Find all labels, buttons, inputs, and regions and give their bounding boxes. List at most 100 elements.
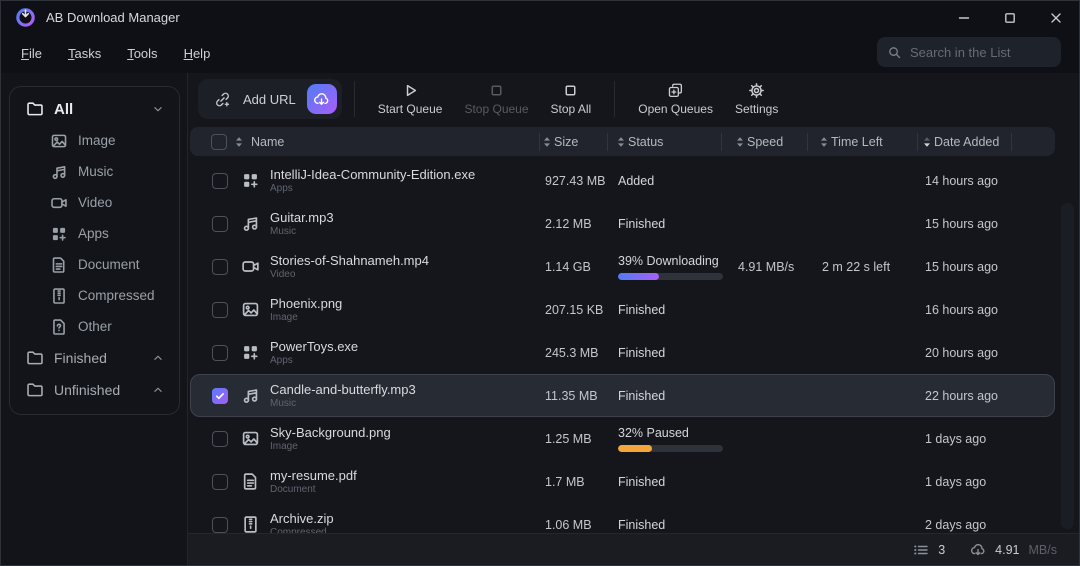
global-speed-unit: MB/s — [1029, 543, 1057, 557]
apps-icon — [241, 171, 260, 190]
file-category: Image — [270, 312, 342, 323]
column-speed[interactable]: Speed — [747, 135, 783, 149]
main-panel: Add URL Start Queue Stop Queue Stop All — [188, 73, 1079, 565]
row-checkbox[interactable] — [212, 259, 228, 275]
sidebar-item-all[interactable]: All — [10, 93, 179, 125]
column-date-added[interactable]: Date Added — [934, 135, 999, 149]
file-size: 1.7 MB — [541, 475, 609, 489]
sidebar-item-image[interactable]: Image — [10, 125, 179, 156]
document-icon — [50, 256, 68, 274]
settings-button[interactable]: Settings — [724, 82, 789, 116]
image-icon — [241, 300, 260, 319]
sidebar-item-compressed[interactable]: Compressed — [10, 280, 179, 311]
download-row[interactable]: Archive.zipCompressed 1.06 MB Finished 2… — [190, 503, 1055, 533]
stop-all-button[interactable]: Stop All — [540, 82, 603, 116]
date-added: 1 days ago — [919, 475, 1013, 489]
select-all-checkbox[interactable] — [211, 134, 227, 150]
cloud-download-button[interactable] — [307, 84, 337, 114]
sidebar-item-music[interactable]: Music — [10, 156, 179, 187]
sidebar-item-finished[interactable]: Finished — [10, 342, 179, 374]
menu-file[interactable]: File — [21, 46, 42, 61]
table-header: Name Size Status Speed Time Left — [190, 127, 1055, 156]
menu-tasks[interactable]: Tasks — [68, 46, 101, 61]
add-url-button[interactable]: Add URL — [198, 79, 342, 119]
unknown-file-icon — [50, 318, 68, 336]
row-checkbox[interactable] — [212, 431, 228, 447]
download-list: IntelliJ-Idea-Community-Edition.exeApps … — [190, 159, 1055, 533]
status-text: Finished — [618, 217, 665, 231]
download-row[interactable]: IntelliJ-Idea-Community-Edition.exeApps … — [190, 159, 1055, 202]
download-row[interactable]: Sky-Background.pngImage 1.25 MB 32% Paus… — [190, 417, 1055, 460]
search-input[interactable] — [910, 45, 1051, 60]
file-name: my-resume.pdf — [270, 468, 357, 483]
file-name: Sky-Background.png — [270, 425, 391, 440]
column-time-left[interactable]: Time Left — [831, 135, 883, 149]
maximize-button[interactable] — [987, 1, 1033, 34]
progress-fill — [618, 445, 652, 452]
row-checkbox-checked[interactable] — [212, 388, 228, 404]
sidebar-item-apps[interactable]: Apps — [10, 218, 179, 249]
file-category: Music — [270, 226, 334, 237]
scrollbar[interactable] — [1061, 203, 1074, 529]
status-text: Added — [618, 174, 654, 188]
sort-icon — [616, 135, 626, 148]
speed: 4.91 MB/s — [723, 260, 809, 274]
file-size: 1.14 GB — [541, 260, 609, 274]
window-controls — [941, 1, 1079, 34]
sidebar-item-video[interactable]: Video — [10, 187, 179, 218]
sidebar-item-document[interactable]: Document — [10, 249, 179, 280]
file-size: 927.43 MB — [541, 174, 609, 188]
file-category: Apps — [270, 355, 358, 366]
folder-icon — [26, 381, 44, 399]
date-added: 16 hours ago — [919, 303, 1013, 317]
sidebar: All Image Music Video Apps — [1, 73, 188, 565]
sort-icon — [819, 135, 829, 148]
time-left: 2 m 22 s left — [809, 260, 919, 274]
toolbar-separator — [614, 81, 615, 117]
download-row[interactable]: Stories-of-Shahnameh.mp4Video 1.14 GB 39… — [190, 245, 1055, 288]
status-text: Finished — [618, 389, 665, 403]
download-row-selected[interactable]: Candle-and-butterfly.mp3Music 11.35 MB F… — [190, 374, 1055, 417]
column-status[interactable]: Status — [628, 135, 663, 149]
sidebar-item-unfinished[interactable]: Unfinished — [10, 374, 179, 406]
close-button[interactable] — [1033, 1, 1079, 34]
download-row[interactable]: Guitar.mp3Music 2.12 MB Finished 15 hour… — [190, 202, 1055, 245]
music-icon — [241, 386, 260, 405]
open-queues-button[interactable]: Open Queues — [627, 82, 724, 116]
folder-icon — [26, 100, 44, 118]
link-plus-icon — [213, 90, 232, 109]
minimize-button[interactable] — [941, 1, 987, 34]
date-added: 22 hours ago — [919, 389, 1013, 403]
row-checkbox[interactable] — [212, 474, 228, 490]
file-category: Video — [270, 269, 429, 280]
menu-help[interactable]: Help — [184, 46, 211, 61]
sidebar-item-other[interactable]: Other — [10, 311, 179, 342]
sort-icon — [735, 135, 745, 148]
app-logo-icon — [15, 7, 36, 28]
date-added: 15 hours ago — [919, 217, 1013, 231]
row-checkbox[interactable] — [212, 517, 228, 533]
menu-tools[interactable]: Tools — [127, 46, 157, 61]
image-icon — [50, 132, 68, 150]
file-size: 245.3 MB — [541, 346, 609, 360]
chevron-down-icon — [151, 102, 165, 116]
file-size: 2.12 MB — [541, 217, 609, 231]
download-row[interactable]: PowerToys.exeApps 245.3 MB Finished 20 h… — [190, 331, 1055, 374]
row-checkbox[interactable] — [212, 173, 228, 189]
status-bar: 3 4.91 MB/s — [188, 533, 1079, 565]
file-size: 1.06 MB — [541, 518, 609, 532]
sort-desc-icon — [922, 135, 932, 148]
column-size[interactable]: Size — [554, 135, 578, 149]
download-row[interactable]: my-resume.pdfDocument 1.7 MB Finished 1 … — [190, 460, 1055, 503]
download-row[interactable]: Phoenix.pngImage 207.15 KB Finished 16 h… — [190, 288, 1055, 331]
column-name[interactable]: Name — [251, 135, 284, 149]
global-speed: 4.91 — [995, 543, 1019, 557]
row-checkbox[interactable] — [212, 216, 228, 232]
search-box[interactable] — [877, 37, 1061, 67]
status-text: 39% Downloading — [618, 254, 719, 268]
row-checkbox[interactable] — [212, 345, 228, 361]
stop-icon — [488, 82, 505, 99]
row-checkbox[interactable] — [212, 302, 228, 318]
start-queue-button[interactable]: Start Queue — [367, 82, 454, 116]
stop-queue-button[interactable]: Stop Queue — [453, 82, 539, 116]
